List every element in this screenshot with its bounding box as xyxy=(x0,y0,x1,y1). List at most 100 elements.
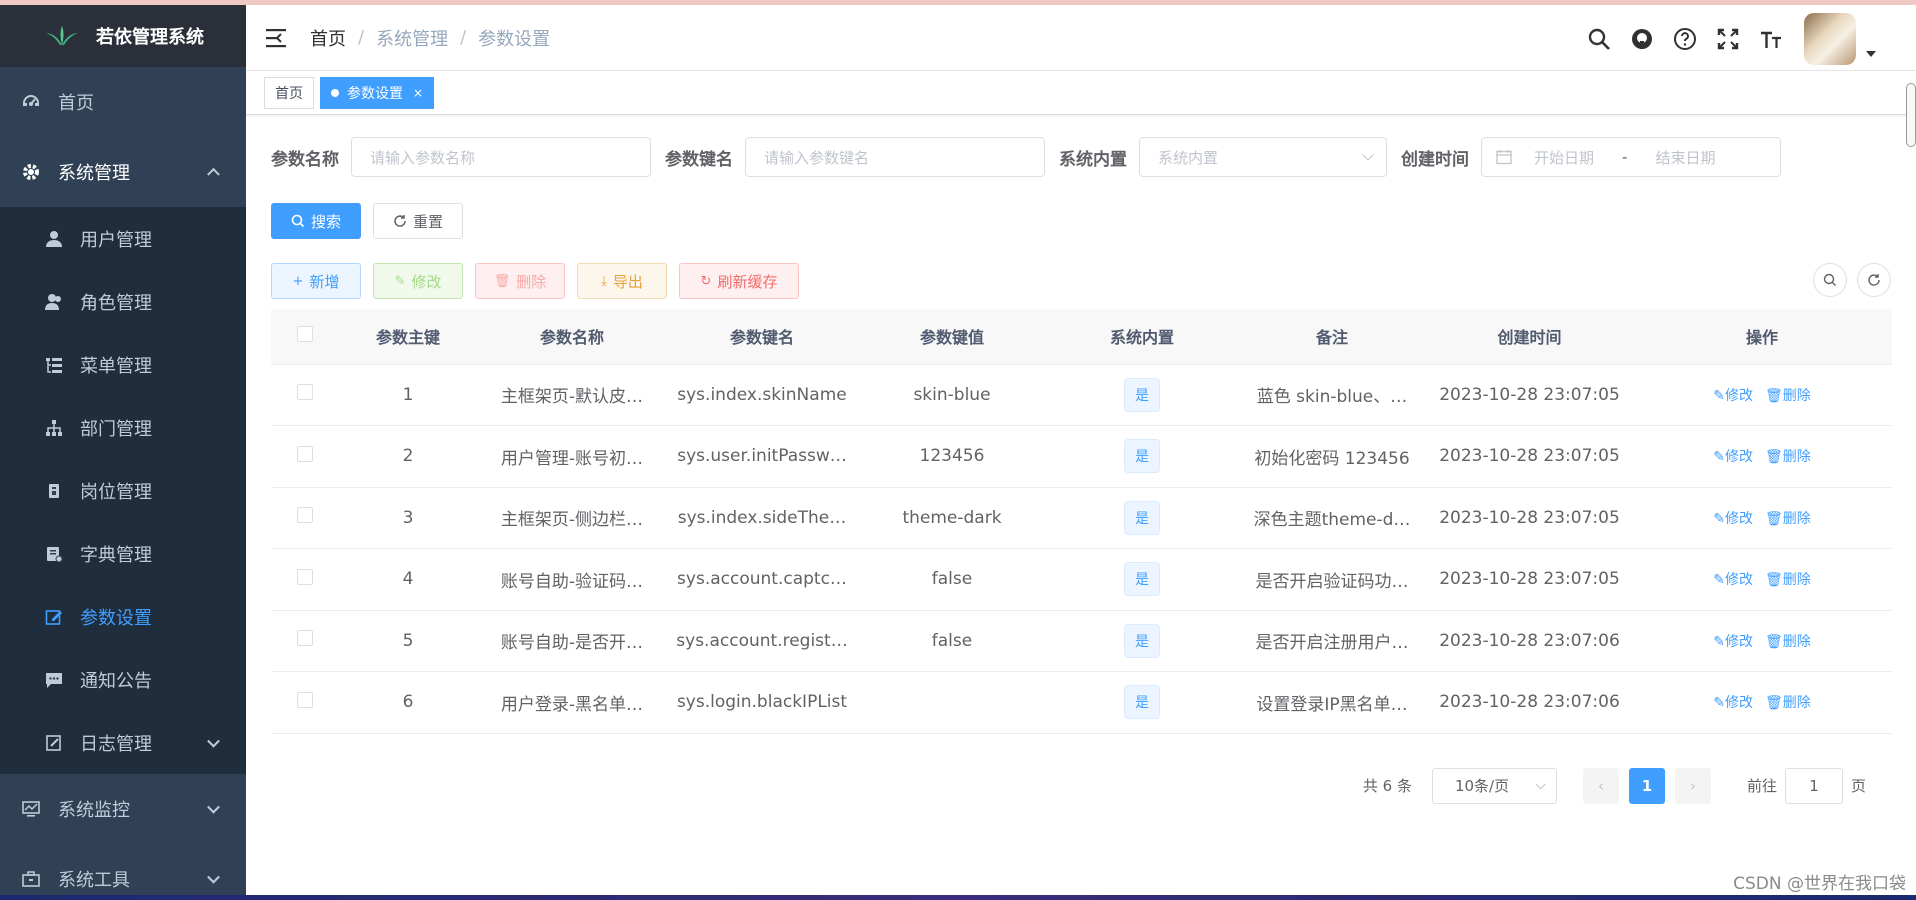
chevron-down-icon xyxy=(1362,149,1374,161)
tag-home[interactable]: 首页 xyxy=(264,76,314,109)
toggle-search-button[interactable] xyxy=(1813,263,1847,297)
row-select-cell[interactable] xyxy=(271,487,339,549)
system-submenu: 用户管理 角色管理 菜单管理 部门管理 岗位管理 字典管理 参数设置 通知公告 xyxy=(0,207,246,774)
placeholder: 请输入参数键名 xyxy=(764,148,870,167)
table-row: 2 用户管理-账号初… sys.user.initPassw… 123456 是 初始化密… xyxy=(271,425,1892,488)
menu-tools[interactable]: 系统工具 xyxy=(0,844,246,900)
select-all-checkbox[interactable] xyxy=(297,326,313,343)
row-checkbox[interactable] xyxy=(297,445,313,462)
trash-icon: 🗑 xyxy=(493,273,511,289)
row-edit-button[interactable]: ✎修改 xyxy=(1713,695,1753,711)
select-all-cell[interactable] xyxy=(271,309,339,365)
row-edit-button[interactable]: ✎修改 xyxy=(1713,572,1753,588)
breadcrumb-home[interactable]: 首页 xyxy=(310,25,346,51)
sidebar-item-notice[interactable]: 通知公告 xyxy=(0,648,246,711)
sidebar-item-users[interactable]: 用户管理 xyxy=(0,207,246,270)
builtin-tag: 是 xyxy=(1124,623,1160,658)
chevron-right-icon: › xyxy=(1689,776,1696,795)
edit-button[interactable]: ✎ 修改 xyxy=(373,263,463,299)
row-checkbox[interactable] xyxy=(297,507,313,524)
cell-name: 用户登录-黑名单… xyxy=(477,671,667,734)
logo-icon xyxy=(46,26,78,45)
question-icon[interactable] xyxy=(1670,24,1700,54)
cell-key: sys.account.regist… xyxy=(667,610,857,672)
cell-key: sys.account.captc… xyxy=(667,548,857,611)
row-delete-button[interactable]: 🗑删除 xyxy=(1765,572,1811,588)
page-size-select[interactable]: 10条/页 xyxy=(1431,767,1557,804)
cell-value xyxy=(857,671,1047,734)
config-type-select[interactable]: 系统内置 xyxy=(1139,137,1387,177)
export-button[interactable]: ⤓ 导出 xyxy=(577,263,667,299)
row-delete-button[interactable]: 🗑删除 xyxy=(1765,695,1811,711)
prev-page-button[interactable]: ‹ xyxy=(1582,767,1619,804)
delete-button[interactable]: 🗑 删除 xyxy=(475,263,565,299)
pagination-wrap: 共 6 条 10条/页 ‹ 1 › 前往 1 页 xyxy=(271,767,1891,848)
row-delete-button[interactable]: 🗑删除 xyxy=(1765,388,1811,404)
row-checkbox[interactable] xyxy=(297,384,313,401)
caret-down-icon[interactable] xyxy=(1866,51,1876,57)
row-delete-label: 删除 xyxy=(1782,387,1811,404)
row-delete-button[interactable]: 🗑删除 xyxy=(1765,449,1811,465)
menu-home[interactable]: 首页 xyxy=(0,67,246,137)
row-select-cell[interactable] xyxy=(271,425,339,488)
font-size-icon[interactable] xyxy=(1756,24,1786,54)
row-checkbox[interactable] xyxy=(297,630,313,647)
row-select-cell[interactable] xyxy=(271,548,339,611)
gear-icon xyxy=(20,161,42,183)
edit-icon xyxy=(44,607,64,627)
scrollbar[interactable] xyxy=(1906,83,1916,147)
row-select-cell[interactable] xyxy=(271,364,339,426)
hamburger-icon[interactable] xyxy=(266,28,290,48)
github-icon[interactable] xyxy=(1627,24,1657,54)
chevron-up-icon xyxy=(207,167,220,181)
sidebar-item-dict[interactable]: 字典管理 xyxy=(0,522,246,585)
tag-config[interactable]: 参数设置 × xyxy=(320,76,435,109)
menu-system[interactable]: 系统管理 xyxy=(0,137,246,207)
row-checkbox[interactable] xyxy=(297,691,313,708)
date-range-picker[interactable]: 开始日期 - 结束日期 xyxy=(1481,137,1781,177)
config-name-input[interactable]: 请输入参数名称 xyxy=(351,137,651,177)
row-edit-button[interactable]: ✎修改 xyxy=(1713,388,1753,404)
fullscreen-icon[interactable] xyxy=(1713,24,1743,54)
add-button[interactable]: + 新增 xyxy=(271,263,361,299)
edit-icon: ✎ xyxy=(1713,695,1725,712)
row-delete-button[interactable]: 🗑删除 xyxy=(1765,511,1811,527)
page-number[interactable]: 1 xyxy=(1628,767,1665,804)
row-edit-button[interactable]: ✎修改 xyxy=(1713,449,1753,465)
sidebar-item-config[interactable]: 参数设置 xyxy=(0,585,246,648)
refresh-table-button[interactable] xyxy=(1857,263,1891,297)
taskbar-strip xyxy=(0,895,1916,900)
cell-value: false xyxy=(857,610,1047,672)
table-row: 5 账号自助-是否开… sys.account.regist… false 是 是否开启注… xyxy=(271,610,1892,672)
logo-area[interactable]: 若依管理系统 xyxy=(0,5,246,67)
sidebar-item-posts[interactable]: 岗位管理 xyxy=(0,459,246,522)
row-edit-button[interactable]: ✎修改 xyxy=(1713,511,1753,527)
reset-button[interactable]: 重置 xyxy=(373,203,463,239)
row-select-cell[interactable] xyxy=(271,610,339,672)
menu-home-label: 首页 xyxy=(58,93,94,114)
refresh-cache-button[interactable]: ↻ 刷新缓存 xyxy=(679,263,799,299)
next-page-button[interactable]: › xyxy=(1674,767,1711,804)
search-button[interactable]: 搜索 xyxy=(271,203,361,239)
goto-page-input[interactable]: 1 xyxy=(1784,767,1843,804)
sidebar-item-roles[interactable]: 角色管理 xyxy=(0,270,246,333)
row-checkbox[interactable] xyxy=(297,568,313,585)
row-delete-button[interactable]: 🗑删除 xyxy=(1765,634,1811,650)
menu-monitor[interactable]: 系统监控 xyxy=(0,774,246,844)
close-icon[interactable]: × xyxy=(413,86,423,100)
sidebar-item-menus[interactable]: 菜单管理 xyxy=(0,333,246,396)
config-key-input[interactable]: 请输入参数键名 xyxy=(745,137,1045,177)
sidebar-item-logs[interactable]: 日志管理 xyxy=(0,711,246,774)
trash-icon: 🗑 xyxy=(1764,510,1783,527)
tag-label: 首页 xyxy=(275,85,303,102)
sidebar-item-departments[interactable]: 部门管理 xyxy=(0,396,246,459)
chevron-down-icon xyxy=(207,870,220,884)
refresh-icon: ↻ xyxy=(700,273,712,289)
row-edit-button[interactable]: ✎修改 xyxy=(1713,634,1753,650)
avatar[interactable] xyxy=(1804,13,1856,65)
search-icon[interactable] xyxy=(1584,24,1614,54)
row-select-cell[interactable] xyxy=(271,671,339,734)
sidebar-item-label: 部门管理 xyxy=(80,418,152,440)
builtin-tag: 是 xyxy=(1124,685,1160,720)
active-dot-icon xyxy=(331,88,339,97)
